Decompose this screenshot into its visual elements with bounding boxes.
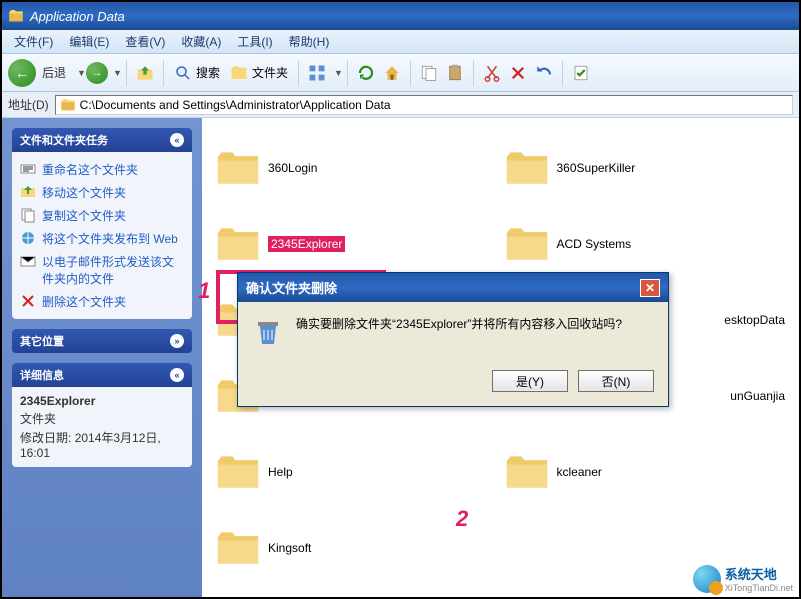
- separator: [126, 60, 127, 86]
- forward-button[interactable]: →: [86, 62, 108, 84]
- address-bar: 地址(D) C:\Documents and Settings\Administ…: [2, 92, 799, 118]
- forward-dropdown-icon[interactable]: ▼: [110, 68, 120, 78]
- menu-help[interactable]: 帮助(H): [281, 31, 338, 52]
- task-delete[interactable]: 删除这个文件夹: [20, 290, 184, 313]
- confirm-delete-dialog: 确认文件夹删除 ✕ 确实要删除文件夹“2345Explorer”并将所有内容移入…: [237, 272, 669, 407]
- expand-icon[interactable]: »: [170, 334, 184, 348]
- menu-view[interactable]: 查看(V): [117, 31, 173, 52]
- back-label: 后退: [38, 64, 72, 81]
- menu-favorites[interactable]: 收藏(A): [173, 31, 229, 52]
- details-name: 2345Explorer: [20, 393, 184, 409]
- task-move[interactable]: 移动这个文件夹: [20, 181, 184, 204]
- details-panel-header[interactable]: 详细信息 «: [12, 363, 192, 387]
- properties-icon[interactable]: [571, 63, 591, 83]
- sidebar: 文件和文件夹任务 « 重命名这个文件夹 移动这个文件夹 复制这个文件夹 将这个文…: [2, 118, 202, 597]
- back-dropdown-icon[interactable]: ▼: [74, 68, 84, 78]
- menu-bar: 文件(F) 编辑(E) 查看(V) 收藏(A) 工具(I) 帮助(H): [2, 30, 799, 54]
- views-dropdown-icon[interactable]: ▼: [331, 68, 341, 78]
- task-publish[interactable]: 将这个文件夹发布到 Web: [20, 227, 184, 250]
- folder-item[interactable]: 360Login: [212, 130, 501, 206]
- task-email[interactable]: 以电子邮件形式发送该文件夹内的文件: [20, 250, 184, 290]
- window-title: Application Data: [30, 9, 125, 24]
- dialog-titlebar[interactable]: 确认文件夹删除 ✕: [238, 273, 668, 302]
- folder-icon: [60, 97, 76, 113]
- paste-icon[interactable]: [445, 63, 465, 83]
- toolbar: ← 后退 ▼ → ▼ 搜索 文件夹 ▼: [2, 54, 799, 92]
- address-input[interactable]: C:\Documents and Settings\Administrator\…: [55, 95, 793, 115]
- close-icon[interactable]: ✕: [640, 279, 660, 297]
- yes-button[interactable]: 是(Y): [492, 370, 568, 392]
- separator: [410, 60, 411, 86]
- menu-tools[interactable]: 工具(I): [229, 31, 280, 52]
- separator: [473, 60, 474, 86]
- globe-icon: [693, 565, 721, 593]
- separator: [562, 60, 563, 86]
- other-panel-header[interactable]: 其它位置 »: [12, 329, 192, 353]
- tasks-panel: 文件和文件夹任务 « 重命名这个文件夹 移动这个文件夹 复制这个文件夹 将这个文…: [12, 128, 192, 319]
- folder-item-selected[interactable]: 1 2345Explorer: [212, 206, 501, 282]
- folders-button[interactable]: 文件夹: [226, 64, 292, 82]
- task-copy[interactable]: 复制这个文件夹: [20, 204, 184, 227]
- watermark: 系统天地XiTongTianDi.net: [693, 564, 793, 593]
- refresh-icon[interactable]: [356, 63, 376, 83]
- tasks-panel-header[interactable]: 文件和文件夹任务 «: [12, 128, 192, 152]
- copy-icon[interactable]: [419, 63, 439, 83]
- home-icon[interactable]: [382, 63, 402, 83]
- separator: [163, 60, 164, 86]
- undo-icon[interactable]: [534, 63, 554, 83]
- task-rename[interactable]: 重命名这个文件夹: [20, 158, 184, 181]
- cut-icon[interactable]: [482, 63, 502, 83]
- search-button[interactable]: 搜索: [170, 64, 224, 82]
- details-panel: 详细信息 « 2345Explorer 文件夹 修改日期: 2014年3月12日…: [12, 363, 192, 467]
- annotation-num-2: 2: [456, 506, 468, 532]
- menu-file[interactable]: 文件(F): [6, 31, 61, 52]
- address-label: 地址(D): [8, 96, 49, 113]
- separator: [298, 60, 299, 86]
- views-button[interactable]: [307, 63, 327, 83]
- recycle-bin-icon: [252, 316, 284, 348]
- address-path: C:\Documents and Settings\Administrator\…: [80, 98, 391, 112]
- delete-icon[interactable]: [508, 63, 528, 83]
- folder-item[interactable]: Help: [212, 434, 501, 510]
- back-button[interactable]: ←: [8, 59, 36, 87]
- dialog-message: 确实要删除文件夹“2345Explorer”并将所有内容移入回收站吗?: [296, 316, 622, 348]
- up-button[interactable]: [135, 63, 155, 83]
- folder-item[interactable]: kcleaner: [501, 434, 790, 510]
- titlebar: Application Data: [2, 2, 799, 30]
- collapse-icon[interactable]: «: [170, 133, 184, 147]
- folder-item[interactable]: ACD Systems: [501, 206, 790, 282]
- folder-icon: [8, 8, 24, 24]
- no-button[interactable]: 否(N): [578, 370, 654, 392]
- details-modified: 修改日期: 2014年3月12日, 16:01: [20, 428, 184, 461]
- collapse-icon[interactable]: «: [170, 368, 184, 382]
- separator: [347, 60, 348, 86]
- dialog-title: 确认文件夹删除: [246, 278, 337, 297]
- folder-item[interactable]: 360SuperKiller: [501, 130, 790, 206]
- details-type: 文件夹: [20, 409, 184, 428]
- other-panel: 其它位置 »: [12, 329, 192, 353]
- menu-edit[interactable]: 编辑(E): [61, 31, 117, 52]
